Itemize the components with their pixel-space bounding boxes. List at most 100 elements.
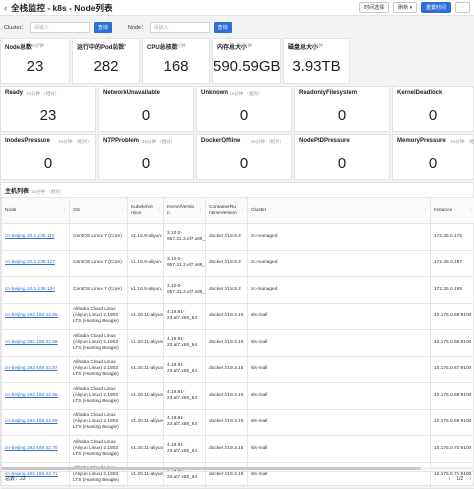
stat-card-dockeroffline: DockerOffline 15分钟 （相对） 0 (196, 134, 292, 180)
table-cell: 4.19.91-23.al7.x86_64 (164, 303, 206, 330)
table-cell: docker://19.3.15 (206, 356, 248, 383)
column-menu-icon[interactable]: ⋮ (423, 207, 428, 213)
column-header-kubeletversion[interactable]: KubeletVersion⋮ (128, 198, 164, 224)
stat-card-title: Ready (5, 90, 23, 96)
node-link[interactable]: cn-beijing.192.168.32.68 (2, 383, 70, 410)
table-row[interactable]: cn-beijing.192.168.32.67Alibaba Cloud Li… (2, 356, 474, 383)
stat-card-value: 23 (1, 58, 69, 75)
column-header-cluster[interactable]: Cluster⋮ (248, 198, 431, 224)
node-link[interactable]: cn-beijing.192.168.32.67 (2, 356, 70, 383)
table-row[interactable]: cn-beijing.192.168.32.68Alibaba Cloud Li… (2, 383, 474, 410)
stat-card-title: InodesPressure (5, 138, 50, 144)
stat-card-value: 0 (1, 155, 95, 172)
table-cell: zc-managed (248, 224, 431, 251)
table-row[interactable]: cn-beijing.192.168.32.66Alibaba Cloud Li… (2, 330, 474, 357)
table-cell: v1.16.9-aliyun.1 (128, 250, 164, 277)
stat-card-title: NodePIDPressure (299, 138, 350, 144)
refresh-button[interactable]: 刷新 ▾ (393, 2, 417, 13)
horizontal-scrollbar[interactable] (1, 467, 474, 470)
column-header-instance[interactable]: Instance⋮ (431, 198, 474, 224)
node-link[interactable]: cn-beijing.10.1.138.127 (2, 250, 70, 277)
table-row[interactable]: cn-beijing.192.168.32.69Alibaba Cloud Li… (2, 409, 474, 436)
table-cell: 4.19.91-23.al7.x86_64 (164, 436, 206, 463)
table-row[interactable]: cn-beijing.10.1.138.127CentOS Linux 7 (C… (2, 250, 474, 277)
column-menu-icon[interactable]: ⋮ (120, 207, 125, 213)
time-select-button[interactable]: 时间选择 (359, 2, 389, 13)
stat-card-value: 0 (393, 107, 473, 124)
total-count: 总数：23 (5, 475, 26, 482)
stat-card-title: Unknown (201, 90, 228, 96)
column-header-containerruntimeversion[interactable]: ContainerRuntimeVersion⋮ (206, 198, 248, 224)
table-cell: 4.19.91-23.al7.x86_64 (164, 356, 206, 383)
host-table-title-text: 主机列表 (5, 189, 29, 195)
table-cell: sls-mall (248, 356, 431, 383)
stat-card-node-: Node总数15分钟23 (0, 38, 70, 84)
stat-card-value: 0 (295, 107, 389, 124)
table-row[interactable]: cn-beijing.192.168.32.70Alibaba Cloud Li… (2, 436, 474, 463)
filter-bar: Cluster： 请输入 查询 Node： 请输入 查询 (0, 18, 474, 36)
stat-card-kerneldeadlock: KernelDeadlock 0 (392, 86, 474, 132)
stat-card-title: DockerOffline (201, 138, 240, 144)
stat-card-time-range: 15分钟 （相对） (26, 91, 59, 97)
cluster-filter-input[interactable]: 请输入 (30, 22, 90, 33)
reset-time-button[interactable]: 重置时间 (421, 2, 451, 13)
table-cell: docker://18.9.2 (206, 277, 248, 304)
node-link[interactable]: cn-beijing.10.1.138.110 (2, 224, 70, 251)
scrollbar-thumb[interactable] (1, 467, 421, 470)
stat-card-title: NetworkUnavailable (103, 90, 160, 96)
prev-page-icon[interactable]: ‹ (449, 476, 451, 482)
table-cell: 4.19.91-23.al7.x86_64 (164, 409, 206, 436)
table-row[interactable]: cn-beijing.192.168.32.65Alibaba Cloud Li… (2, 303, 474, 330)
stat-card-time-range: 15分钟 （相对） (229, 91, 262, 97)
more-icon[interactable]: ⋮ (455, 2, 470, 13)
table-cell: docker://18.9.2 (206, 250, 248, 277)
table-cell: v1.20.11-aliyun.1 (128, 436, 164, 463)
pagination: ‹ 1/2 › (449, 476, 471, 482)
stat-card-time-range: 15分钟 （相对） (251, 139, 284, 145)
stat-card-value: 0 (393, 155, 473, 172)
stat-card-value: 0 (99, 155, 193, 172)
node-link[interactable]: cn-beijing.10.1.138.134 (2, 277, 70, 304)
stat-card-title: KernelDeadlock (397, 90, 442, 96)
column-menu-icon[interactable]: ⋮ (198, 207, 203, 213)
table-cell: Alibaba Cloud Linux (Aliyun Linux) 2.190… (70, 356, 128, 383)
table-cell: 3.10.0-957.21.3.el7.x86_64 (164, 250, 206, 277)
table-cell: docker://18.9.2 (206, 224, 248, 251)
node-link[interactable]: cn-beijing.192.168.32.65 (2, 303, 70, 330)
column-header-os[interactable]: OS⋮ (70, 198, 128, 224)
column-header-label: Node (5, 208, 66, 214)
stat-card-value: 23 (1, 107, 95, 124)
stat-card-value: 0 (197, 155, 291, 172)
table-cell: 172.25.0.199 (431, 277, 474, 304)
node-filter-input[interactable]: 请输入 (150, 22, 210, 33)
node-link[interactable]: cn-beijing.192.168.32.70 (2, 436, 70, 463)
host-table-time-range: 15分钟 （相对） (31, 189, 64, 194)
table-cell: docker://19.3.15 (206, 436, 248, 463)
column-header-node[interactable]: Node⋮ (2, 198, 70, 224)
column-menu-icon[interactable]: ⋮ (156, 207, 161, 213)
table-cell: docker://19.3.15 (206, 303, 248, 330)
stat-card-title: NTPProblem (103, 138, 139, 144)
column-menu-icon[interactable]: ⋮ (62, 207, 67, 213)
stat-card-nodepidpressure: NodePIDPressure0 (294, 134, 390, 180)
node-link[interactable]: cn-beijing.192.168.32.66 (2, 330, 70, 357)
node-link[interactable]: cn-beijing.192.168.32.69 (2, 409, 70, 436)
stat-card-value: 282 (73, 58, 139, 75)
table-row[interactable]: cn-beijing.10.1.138.110CentOS Linux 7 (C… (2, 224, 474, 251)
next-page-icon[interactable]: › (469, 476, 471, 482)
column-header-label: KernelVersion (167, 205, 202, 217)
table-cell: zc-managed (248, 277, 431, 304)
table-cell: CentOS Linux 7 (Core) (70, 224, 128, 251)
table-row[interactable]: cn-beijing.10.1.138.134CentOS Linux 7 (C… (2, 277, 474, 304)
column-header-kernelversion[interactable]: KernelVersion⋮ (164, 198, 206, 224)
column-menu-icon[interactable]: ⋮ (468, 207, 473, 213)
column-menu-icon[interactable]: ⋮ (240, 207, 245, 213)
stat-card-ready: Ready15分钟 （相对） 23 (0, 86, 96, 132)
stat-card-time-range: 15分钟 （相对） (142, 139, 175, 145)
back-icon[interactable]: ‹ (4, 3, 7, 13)
stat-card-time-range: 15分钟 （相对） (58, 139, 91, 145)
table-cell: 10.175.0.67:9100 (431, 356, 474, 383)
cluster-query-button[interactable]: 查询 (94, 22, 112, 33)
node-query-button[interactable]: 查询 (214, 22, 232, 33)
table-cell: 4.19.91-23.al7.x86_64 (164, 330, 206, 357)
